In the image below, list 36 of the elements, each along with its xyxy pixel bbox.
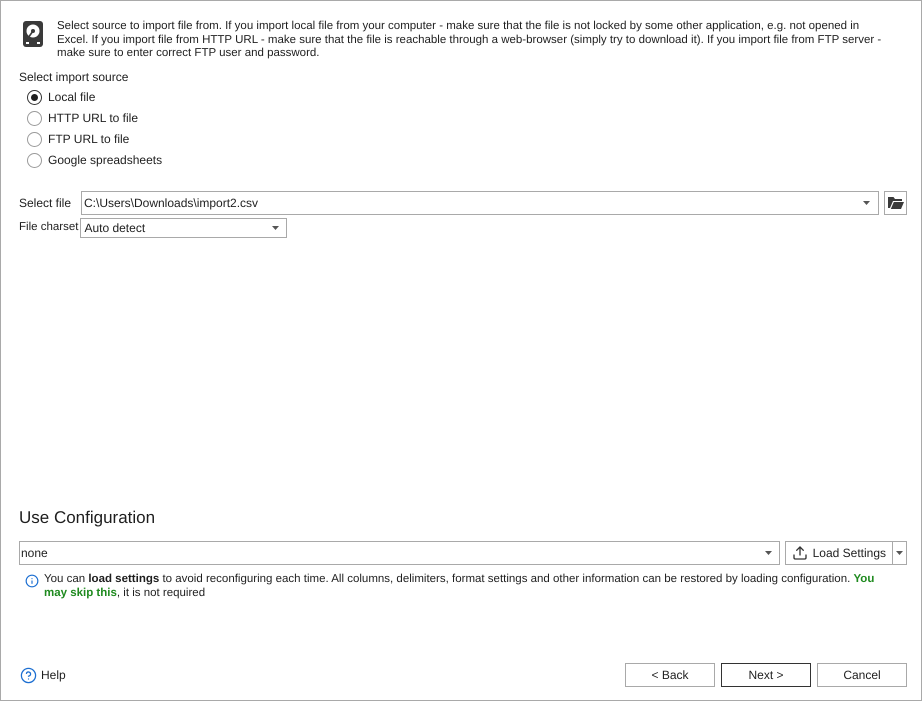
configuration-combobox[interactable]: none — [19, 541, 780, 565]
hard-drive-icon — [23, 21, 43, 47]
wizard-button[interactable]: Next > — [721, 663, 811, 687]
configuration-hint-text: You can load settings to avoid reconfiguring each time. All columns, delimiters, format settings and other information can be restored by loading configuration. You may skip this, it is not required — [44, 573, 876, 600]
radio-button[interactable] — [27, 152, 42, 168]
section-title: Use Configuration — [19, 508, 156, 528]
open-folder-icon — [888, 196, 904, 209]
dropdown-caret-icon — [896, 551, 903, 555]
file-path-combobox[interactable]: C:\Users\Downloads\import2.csv — [81, 190, 879, 214]
dropdown-caret-icon — [764, 551, 772, 555]
file-path-value: C:\Users\Downloads\import2.csv — [84, 194, 260, 212]
radio-button[interactable] — [27, 132, 42, 146]
charset-dropdown[interactable]: Auto detect — [80, 218, 288, 238]
info-icon — [25, 574, 39, 588]
radio-button[interactable] — [27, 110, 42, 126]
section-label: Select import source — [19, 70, 128, 84]
configuration-value: none — [21, 545, 49, 562]
help-link[interactable]: Help — [20, 666, 66, 684]
radio-label[interactable]: FTP URL to file — [48, 132, 130, 146]
radio-label[interactable]: Google spreadsheets — [48, 153, 162, 167]
instructions-text: Select source to import file from. If you import local file from your computer - make sure that the file is not locked by some other application, e.g. not opened in Excel. If you import file from HTTP URL - make sure that the file is reachable through a web-browser (simply try to download it). If you import file from FTP server - make sure to enter correct FTP user and password. — [57, 20, 882, 60]
dropdown-caret-icon — [272, 226, 280, 230]
wizard-button[interactable]: < Back — [625, 663, 715, 687]
browse-folder-button[interactable] — [884, 190, 907, 214]
field-label: File charset — [19, 220, 78, 235]
wizard-button[interactable]: Cancel — [817, 663, 907, 687]
load-settings-split-button[interactable]: Load Settings — [784, 541, 907, 565]
upload-icon — [792, 545, 808, 561]
dropdown-caret-icon — [863, 200, 870, 204]
load-settings-button[interactable]: Load Settings — [786, 542, 893, 564]
radio-button[interactable] — [27, 90, 42, 104]
radio-label[interactable]: Local file — [48, 90, 96, 104]
charset-value: Auto detect — [84, 220, 146, 236]
radio-label[interactable]: HTTP URL to file — [48, 111, 138, 125]
help-icon — [20, 666, 37, 684]
field-label: Select file — [19, 194, 72, 212]
